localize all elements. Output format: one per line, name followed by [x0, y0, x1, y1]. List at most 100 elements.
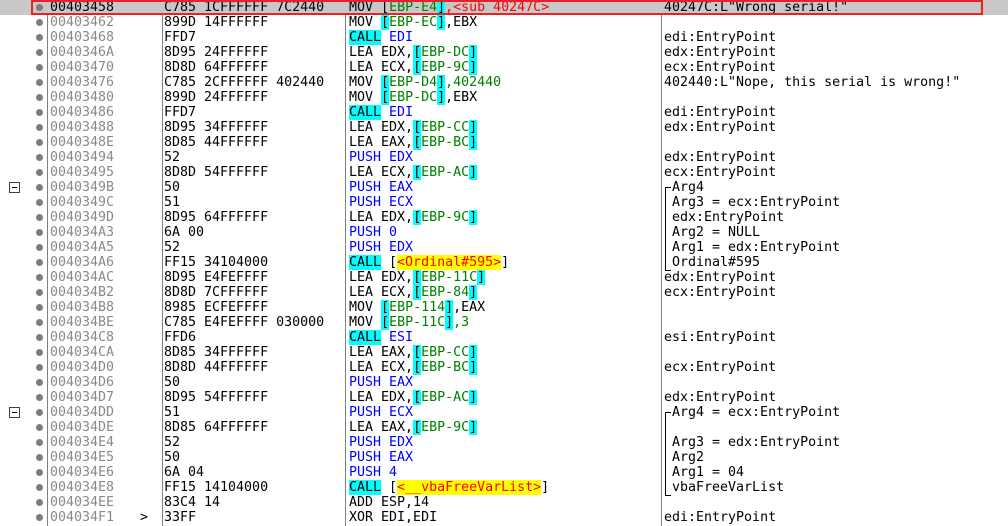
breakpoint-dot-icon[interactable] — [36, 94, 43, 101]
disasm-row[interactable]: 004034D0 8D8D 44FFFFFF LEA ECX,[EBP-BC] ecx… — [0, 360, 1008, 375]
disasm-row[interactable]: 00403488 8D95 34FFFFFF LEA EDX,[EBP-CC] edx… — [0, 120, 1008, 135]
disasm-row[interactable]: 00403486 FFD7 CALL EDI edi:EntryPoint — [0, 105, 1008, 120]
disasm-row[interactable]: 0040348E 8D85 44FFFFFF LEA EAX,[EBP-BC] — [0, 135, 1008, 150]
collapse-toggle-icon[interactable] — [9, 407, 20, 418]
breakpoint-dot-icon[interactable] — [36, 469, 43, 476]
opcode-bytes-cell: 8D95 64FFFFFF — [164, 210, 269, 225]
breakpoint-dot-icon[interactable] — [36, 139, 43, 146]
disasm-row[interactable]: 004034D6 50 PUSH EAX — [0, 375, 1008, 390]
instruction-cell: LEA EAX,[EBP-9C] — [349, 420, 478, 435]
opcode-bytes-cell: C785 1CFFFFFF 7C2440 — [164, 0, 325, 15]
breakpoint-dot-icon[interactable] — [36, 154, 43, 161]
address-cell: 004034B2 — [50, 285, 115, 300]
disasm-row[interactable]: 004034A6 FF15 34104000 CALL [<Ordinal#595>… — [0, 255, 1008, 270]
opcode-bytes-cell: 8D95 24FFFFFF — [164, 45, 269, 60]
breakpoint-dot-icon[interactable] — [36, 184, 43, 191]
mnemonic: PUSH — [349, 405, 382, 420]
disasm-row[interactable]: 004034E8 FF15 14104000 CALL [<__vbaFreeVar… — [0, 480, 1008, 495]
operand-part: EDI — [381, 30, 414, 45]
opcode-bytes-cell: FFD7 — [164, 30, 197, 45]
address-cell: 004034DD — [50, 405, 115, 420]
opcode-bytes-cell: FFD6 — [164, 330, 197, 345]
operand-part: ,EBX — [445, 15, 478, 30]
disasm-row[interactable]: 0040349B 50 PUSH EAX Arg4 — [0, 180, 1008, 195]
disasm-row[interactable]: 00403476 C785 2CFFFFFF 402440 MOV [EBP-D4]… — [0, 75, 1008, 90]
instruction-cell: MOV [EBP-EC],EBX — [349, 15, 477, 30]
breakpoint-dot-icon[interactable] — [36, 424, 43, 431]
instruction-cell: LEA EAX,[EBP-BC] — [349, 135, 478, 150]
disasm-row[interactable]: 0040349D 8D95 64FFFFFF LEA EDX,[EBP-9C] edx… — [0, 210, 1008, 225]
disasm-row[interactable]: 004034EE 83C4 14 ADD ESP,14 — [0, 495, 1008, 510]
breakpoint-dot-icon[interactable] — [36, 499, 43, 506]
disassembly-view[interactable]: 00403458 C785 1CFFFFFF 7C2440 MOV [EBP-E4]… — [0, 0, 1008, 526]
breakpoint-dot-icon[interactable] — [36, 124, 43, 131]
breakpoint-dot-icon[interactable] — [36, 64, 43, 71]
disasm-row[interactable]: 004034B8 8985 ECFEFFFF MOV [EBP-114],EAX — [0, 300, 1008, 315]
breakpoint-dot-icon[interactable] — [36, 214, 43, 221]
instruction-cell: LEA EDX,[EBP-AC] — [349, 390, 478, 405]
breakpoint-dot-icon[interactable] — [36, 319, 43, 326]
disasm-row[interactable]: 00403495 8D8D 54FFFFFF LEA ECX,[EBP-AC] ecx… — [0, 165, 1008, 180]
disasm-row[interactable]: 004034BE C785 E4FEFFFF 030000 MOV [EBP-11C… — [0, 315, 1008, 330]
disasm-row[interactable]: 00403470 8D8D 64FFFFFF LEA ECX,[EBP-9C] ecx… — [0, 60, 1008, 75]
breakpoint-dot-icon[interactable] — [36, 394, 43, 401]
disasm-row[interactable]: 004034E4 52 PUSH EDX Arg3 = edx:EntryPoint — [0, 435, 1008, 450]
collapse-toggle-icon[interactable] — [9, 182, 20, 193]
disasm-row[interactable]: 004034CA 8D85 34FFFFFF LEA EAX,[EBP-CC] — [0, 345, 1008, 360]
breakpoint-dot-icon[interactable] — [36, 19, 43, 26]
breakpoint-dot-icon[interactable] — [36, 109, 43, 116]
disasm-row[interactable]: 00403458 C785 1CFFFFFF 7C2440 MOV [EBP-E4]… — [0, 0, 1008, 15]
breakpoint-dot-icon[interactable] — [36, 514, 43, 521]
breakpoint-dot-icon[interactable] — [36, 334, 43, 341]
mnemonic: MOV — [349, 0, 374, 15]
disasm-row[interactable]: 004034A5 52 PUSH EDX Arg1 = edx:EntryPoint — [0, 240, 1008, 255]
disasm-row[interactable]: 004034E6 6A 04 PUSH 4 Arg1 = 04 — [0, 465, 1008, 480]
breakpoint-dot-icon[interactable] — [36, 229, 43, 236]
breakpoint-dot-icon[interactable] — [36, 79, 43, 86]
disasm-row[interactable]: 004034DD 51 PUSH ECX Arg4 = ecx:EntryPoint — [0, 405, 1008, 420]
disasm-row[interactable]: 004034D7 8D95 54FFFFFF LEA EDX,[EBP-AC] edx… — [0, 390, 1008, 405]
breakpoint-dot-icon[interactable] — [36, 244, 43, 251]
breakpoint-dot-icon[interactable] — [36, 379, 43, 386]
breakpoint-dot-icon[interactable] — [36, 409, 43, 416]
disasm-row[interactable]: 004034E5 50 PUSH EAX Arg2 — [0, 450, 1008, 465]
address-cell: 004034F1 — [50, 510, 115, 525]
disasm-row[interactable]: 004034AC 8D95 E4FEFFFF LEA EDX,[EBP-11C] ed… — [0, 270, 1008, 285]
breakpoint-dot-icon[interactable] — [36, 274, 43, 281]
breakpoint-dot-icon[interactable] — [36, 364, 43, 371]
instruction-cell: PUSH EAX — [349, 450, 413, 465]
comment-cell: Arg3 = edx:EntryPoint — [672, 435, 841, 450]
opcode-bytes-cell: 52 — [164, 435, 181, 450]
instruction-cell: ADD ESP,14 — [349, 495, 429, 510]
opcode-bytes-cell: 8D85 44FFFFFF — [164, 135, 269, 150]
disasm-row[interactable]: 00403494 52 PUSH EDX edx:EntryPoint — [0, 150, 1008, 165]
breakpoint-dot-icon[interactable] — [36, 34, 43, 41]
breakpoint-dot-icon[interactable] — [36, 49, 43, 56]
disasm-row[interactable]: 00403480 899D 24FFFFFF MOV [EBP-DC],EBX — [0, 90, 1008, 105]
disasm-row[interactable]: 00403462 899D 14FFFFFF MOV [EBP-EC],EBX — [0, 15, 1008, 30]
opcode-bytes-cell: 899D 24FFFFFF — [164, 90, 269, 105]
operand-part: ] — [469, 165, 478, 180]
breakpoint-dot-icon[interactable] — [36, 289, 43, 296]
breakpoint-dot-icon[interactable] — [36, 349, 43, 356]
instruction-cell: CALL EDI — [349, 105, 413, 120]
breakpoint-dot-icon[interactable] — [36, 259, 43, 266]
disasm-row[interactable]: 004034B2 8D8D 7CFFFFFF LEA ECX,[EBP-84] ecx… — [0, 285, 1008, 300]
comment-cell: 40247C:L"Wrong serial!" — [664, 0, 849, 15]
disasm-row[interactable]: 0040346A 8D95 24FFFFFF LEA EDX,[EBP-DC] edx… — [0, 45, 1008, 60]
disasm-row[interactable]: 004034A3 6A 00 PUSH 0 Arg2 = NULL — [0, 225, 1008, 240]
breakpoint-dot-icon[interactable] — [36, 484, 43, 491]
disasm-row[interactable]: 004034C8 FFD6 CALL ESI esi:EntryPoint — [0, 330, 1008, 345]
disasm-row[interactable]: 004034DE 8D85 64FFFFFF LEA EAX,[EBP-9C] — [0, 420, 1008, 435]
breakpoint-dot-icon[interactable] — [36, 439, 43, 446]
breakpoint-dot-icon[interactable] — [36, 4, 43, 11]
disasm-row[interactable]: 004034F1 >33FF XOR EDI,EDI edi:EntryPoint — [0, 510, 1008, 525]
comment-cell: edx:EntryPoint — [664, 270, 777, 285]
breakpoint-dot-icon[interactable] — [36, 199, 43, 206]
breakpoint-dot-icon[interactable] — [36, 304, 43, 311]
disasm-row[interactable]: 0040349C 51 PUSH ECX Arg3 = ecx:EntryPoint — [0, 195, 1008, 210]
operand-part: [ — [381, 15, 390, 30]
breakpoint-dot-icon[interactable] — [36, 454, 43, 461]
breakpoint-dot-icon[interactable] — [36, 169, 43, 176]
disasm-row[interactable]: 00403468 FFD7 CALL EDI edi:EntryPoint — [0, 30, 1008, 45]
